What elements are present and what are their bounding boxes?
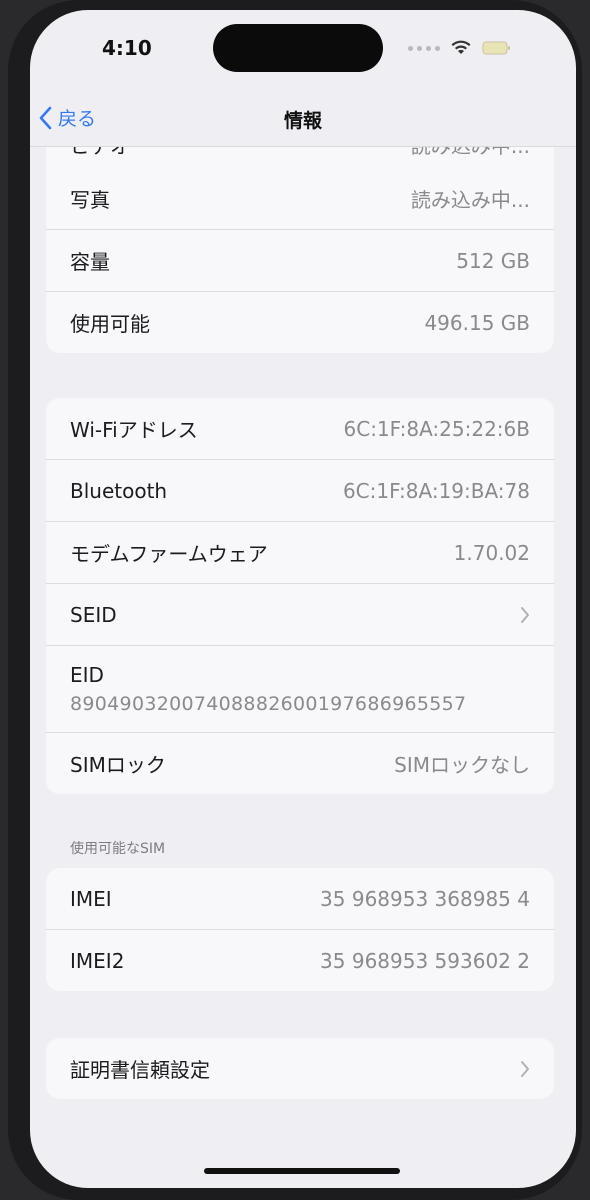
storage-row-capacity[interactable]: 容量 512 GB <box>46 230 554 292</box>
eid-value: 89049032007408882600197686965557 <box>70 693 467 715</box>
network-group: Wi-Fiアドレス 6C:1F:8A:25:22:6B Bluetooth 6C… <box>46 398 554 794</box>
row-value: 読み込み中... <box>410 146 530 158</box>
seid-row[interactable]: SEID <box>46 584 554 646</box>
row-value: SIMロックなし <box>394 753 530 777</box>
row-value: 35 968953 593602 2 <box>320 948 530 973</box>
phone-frame: 4:10 戻る 情報 ビデオ 読み込み中... 写真 読み込み中... 容量 5… <box>8 0 582 1200</box>
row-value: 496.15 GB <box>424 310 530 335</box>
storage-group: 写真 読み込み中... 容量 512 GB 使用可能 496.15 GB <box>46 168 554 353</box>
row-value: 35 968953 368985 4 <box>320 886 530 911</box>
row-label: Bluetooth <box>70 478 168 503</box>
row-label: Wi-Fiアドレス <box>70 418 198 442</box>
certificate-group: 証明書信頼設定 <box>46 1038 554 1099</box>
storage-row-video[interactable]: ビデオ 読み込み中... <box>46 146 554 169</box>
storage-row-photos[interactable]: 写真 読み込み中... <box>46 168 554 230</box>
sim-lock-row[interactable]: SIMロック SIMロックなし <box>46 733 554 794</box>
row-label: EID <box>70 663 104 687</box>
screen: 4:10 戻る 情報 ビデオ 読み込み中... 写真 読み込み中... 容量 5… <box>30 10 576 1188</box>
row-label: 使用可能 <box>70 312 150 336</box>
row-label: IMEI <box>70 886 112 911</box>
battery-icon <box>482 41 510 55</box>
row-label: SEID <box>70 602 117 627</box>
row-label: 証明書信頼設定 <box>70 1058 210 1082</box>
row-value: 6C:1F:8A:25:22:6B <box>343 416 530 441</box>
navigation-bar: 戻る 情報 <box>30 96 576 147</box>
signal-icon <box>408 45 440 51</box>
row-label: IMEI2 <box>70 948 125 973</box>
home-indicator[interactable] <box>204 1168 400 1174</box>
status-time: 4:10 <box>102 36 152 60</box>
row-label: ビデオ <box>70 146 130 158</box>
chevron-right-icon <box>521 606 529 623</box>
row-label: 容量 <box>70 250 110 274</box>
wifi-icon <box>451 40 471 54</box>
eid-row[interactable]: EID 89049032007408882600197686965557 <box>46 646 554 733</box>
row-value: 読み込み中... <box>410 188 530 212</box>
section-header-sim: 使用可能なSIM <box>70 841 166 857</box>
bluetooth-row[interactable]: Bluetooth 6C:1F:8A:19:BA:78 <box>46 460 554 522</box>
row-label: 写真 <box>70 188 110 212</box>
imei2-row[interactable]: IMEI2 35 968953 593602 2 <box>46 930 554 991</box>
imei-row[interactable]: IMEI 35 968953 368985 4 <box>46 868 554 930</box>
status-icons <box>408 40 512 56</box>
storage-row-available[interactable]: 使用可能 496.15 GB <box>46 292 554 353</box>
dynamic-island <box>213 24 383 72</box>
modem-firmware-row[interactable]: モデムファームウェア 1.70.02 <box>46 522 554 584</box>
wifi-address-row[interactable]: Wi-Fiアドレス 6C:1F:8A:25:22:6B <box>46 398 554 460</box>
chevron-right-icon <box>521 1060 529 1077</box>
row-value: 1.70.02 <box>453 540 530 565</box>
row-value: 512 GB <box>456 248 530 273</box>
row-label: モデムファームウェア <box>70 542 268 566</box>
row-label: SIMロック <box>70 753 166 777</box>
sim-group: IMEI 35 968953 368985 4 IMEI2 35 968953 … <box>46 868 554 991</box>
certificate-trust-settings-row[interactable]: 証明書信頼設定 <box>46 1038 554 1099</box>
row-value: 6C:1F:8A:19:BA:78 <box>342 478 530 503</box>
page-title: 情報 <box>283 110 322 132</box>
